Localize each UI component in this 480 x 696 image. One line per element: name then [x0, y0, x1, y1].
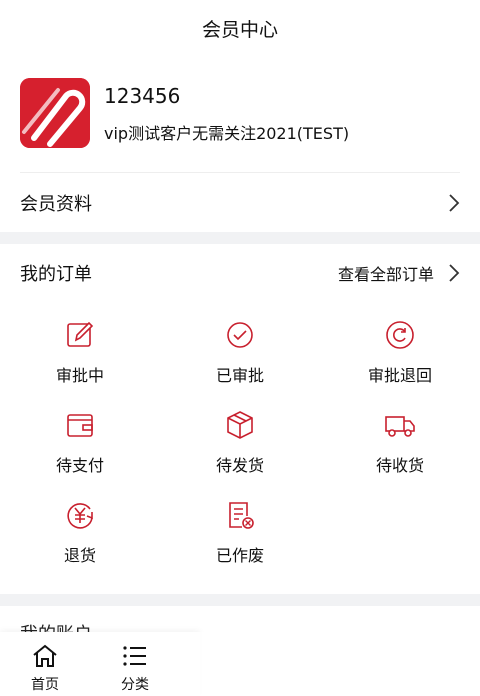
status-approving[interactable]: 审批中: [0, 312, 160, 392]
tab-label: 分类: [121, 677, 149, 693]
company-name: vip测试客户无需关注2021(TEST): [104, 124, 350, 143]
status-pending-payment[interactable]: 待支付: [0, 402, 160, 482]
member-info-row[interactable]: 会员资料: [0, 174, 480, 232]
profile-card: 123456 vip测试客户无需关注2021(TEST): [0, 56, 480, 172]
avatar: [20, 78, 90, 148]
section-gap: [0, 232, 480, 244]
status-pending-shipment[interactable]: 待发货: [160, 402, 320, 482]
status-label: 审批中: [55, 366, 104, 385]
box-icon: [227, 411, 253, 439]
view-all-orders-link[interactable]: 查看全部订单: [338, 261, 434, 285]
status-label: 已作废: [215, 546, 264, 565]
check-circle-icon: [227, 322, 253, 348]
overlay-fade: [200, 632, 480, 696]
list-icon: [123, 646, 146, 666]
section-gap: [0, 594, 480, 606]
bottom-tab-bar: 首页 分类: [0, 632, 200, 696]
status-refund[interactable]: 退货: [0, 492, 160, 572]
divider: [20, 172, 460, 173]
page-header: 会员中心: [0, 0, 480, 56]
member-info-label: 会员资料: [20, 194, 92, 215]
return-circle-icon: [386, 321, 414, 349]
tab-home[interactable]: 首页: [0, 632, 90, 696]
username: 123456: [104, 84, 181, 108]
orders-header: 我的订单 查看全部订单: [0, 244, 480, 302]
status-approved[interactable]: 已审批: [160, 312, 320, 392]
edit-icon: [67, 321, 94, 347]
status-pending-receipt[interactable]: 待收货: [320, 402, 480, 482]
orders-title: 我的订单: [20, 264, 92, 285]
status-returned[interactable]: 审批退回: [320, 312, 480, 392]
paperclip-logo-icon: [20, 78, 90, 148]
status-voided[interactable]: 已作废: [160, 492, 320, 572]
tab-label: 首页: [31, 677, 59, 693]
status-label: 已审批: [215, 366, 264, 385]
chevron-right-icon[interactable]: [448, 263, 460, 283]
status-label: 待收货: [375, 456, 424, 475]
status-label: 审批退回: [367, 366, 432, 385]
status-label: 待支付: [55, 456, 104, 475]
home-icon: [33, 644, 57, 667]
tab-category[interactable]: 分类: [90, 632, 180, 696]
wallet-icon: [67, 414, 93, 437]
status-label: 退货: [63, 546, 96, 565]
void-document-icon: [229, 502, 254, 529]
chevron-right-icon: [449, 194, 460, 212]
truck-icon: [385, 416, 415, 437]
status-label: 待发货: [215, 456, 264, 475]
page-title: 会员中心: [201, 18, 278, 41]
yen-refund-icon: [67, 503, 93, 529]
